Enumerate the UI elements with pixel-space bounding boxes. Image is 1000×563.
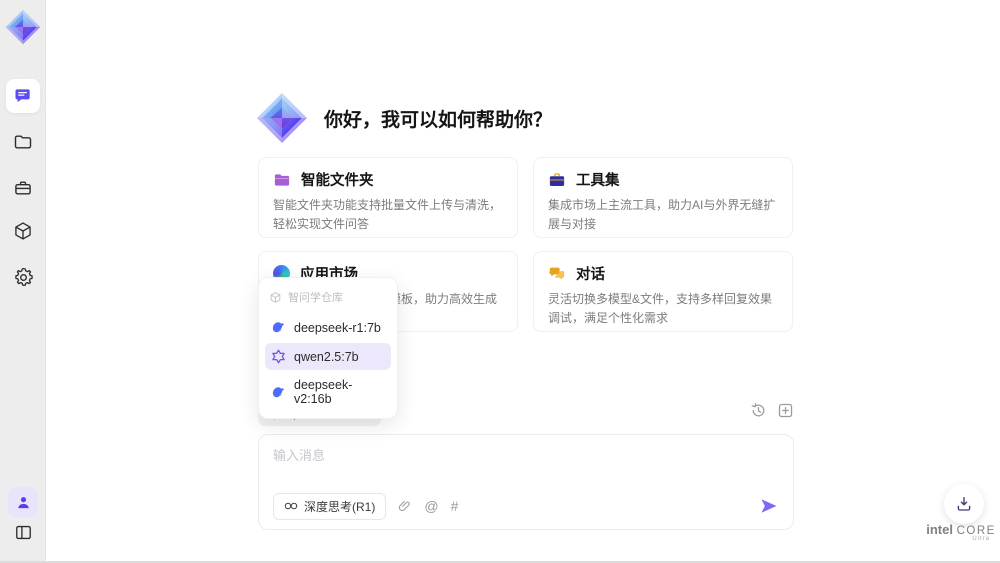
cube-icon <box>15 222 31 240</box>
deep-think-label: 深度思考(R1) <box>304 499 376 514</box>
card-smart-folder[interactable]: 智能文件夹 智能文件夹功能支持批量文件上传与清洗，轻松实现文件问答 <box>258 157 518 238</box>
card-toolset[interactable]: 工具集 集成市场上主流工具，助力AI与外界无缝扩展与对接 <box>533 157 793 238</box>
card-description: 智能文件夹功能支持批量文件上传与清洗，轻松实现文件问答 <box>273 198 502 231</box>
sidebar-item-models[interactable] <box>6 214 40 248</box>
repository-icon <box>270 291 281 303</box>
app-logo-icon <box>5 9 41 45</box>
sidebar-item-collapse[interactable] <box>6 515 40 549</box>
sidebar-item-chat[interactable] <box>6 79 40 113</box>
sidebar-item-settings[interactable] <box>6 260 40 294</box>
composer: 深度思考(R1) @ # <box>258 434 794 530</box>
new-chat-icon[interactable] <box>777 402 794 419</box>
chat-icon <box>15 89 30 103</box>
assistant-logo-icon <box>257 93 307 143</box>
card-description: 灵活切换多模型&文件，支持多样回复效果调试，满足个性化需求 <box>548 292 773 325</box>
greeting-title: 你好，我可以如何帮助你？ <box>324 109 553 131</box>
card-description: 集成市场上主流工具，助力AI与外界无缝扩展与对接 <box>548 198 776 231</box>
model-option-label: deepseek-r1:7b <box>294 320 381 335</box>
attachment-icon[interactable] <box>398 499 412 513</box>
app-window: 你好，我可以如何帮助你？ 智能文件夹 智能文件夹功能支持批量文件上传与清洗，轻松… <box>0 0 1000 563</box>
sidebar <box>0 0 46 563</box>
model-dropdown: 智问学仓库 deepseek-r1:7b qwen2.5:7b deepseek… <box>258 277 398 419</box>
send-button[interactable] <box>759 496 779 516</box>
at-mention-icon[interactable]: @ <box>424 499 438 513</box>
deepseek-icon <box>272 386 285 397</box>
model-dropdown-header: 智问学仓库 <box>265 284 391 312</box>
deep-think-toggle[interactable]: 深度思考(R1) <box>273 492 387 520</box>
sidebar-item-profile[interactable] <box>8 487 38 517</box>
download-button[interactable] <box>944 484 984 524</box>
greeting: 你好，我可以如何帮助你？ <box>256 92 552 144</box>
model-option-qwen[interactable]: qwen2.5:7b <box>265 343 391 370</box>
toolbox-icon <box>15 181 31 195</box>
card-title: 工具集 <box>576 173 620 189</box>
smart-folder-icon <box>274 173 290 186</box>
sidebar-item-folders[interactable] <box>6 125 40 159</box>
message-input[interactable] <box>273 445 779 485</box>
gear-icon <box>14 267 33 286</box>
card-chat[interactable]: 对话 灵活切换多模型&文件，支持多样回复效果调试，满足个性化需求 <box>533 251 793 332</box>
model-option-label: qwen2.5:7b <box>294 349 359 364</box>
sidebar-item-toolset[interactable] <box>6 171 40 205</box>
model-option-label: deepseek-v2:16b <box>294 378 353 406</box>
history-icon[interactable] <box>750 402 767 419</box>
card-title: 智能文件夹 <box>301 173 374 189</box>
card-title: 对话 <box>576 267 605 283</box>
intel-logo-text: intel <box>926 522 953 537</box>
model-option-deepseek-v2[interactable]: deepseek-v2:16b <box>265 372 391 412</box>
panel-icon <box>15 525 31 539</box>
toolset-icon <box>549 172 565 186</box>
deepseek-icon <box>272 322 285 333</box>
download-icon <box>957 496 971 511</box>
grid-tag-icon[interactable]: # <box>451 499 459 513</box>
intel-core-badge: intel core Ultra <box>926 522 996 542</box>
deep-think-icon <box>284 502 298 510</box>
repository-label: 智问学仓库 <box>288 292 343 304</box>
profile-icon <box>17 496 29 508</box>
model-option-deepseek-r1[interactable]: deepseek-r1:7b <box>265 314 391 341</box>
dialog-icon <box>549 267 565 280</box>
send-icon <box>761 499 777 513</box>
composer-toolbar: 深度思考(R1) @ # <box>273 492 779 520</box>
qwen-icon <box>272 349 285 364</box>
folder-icon <box>14 135 32 149</box>
